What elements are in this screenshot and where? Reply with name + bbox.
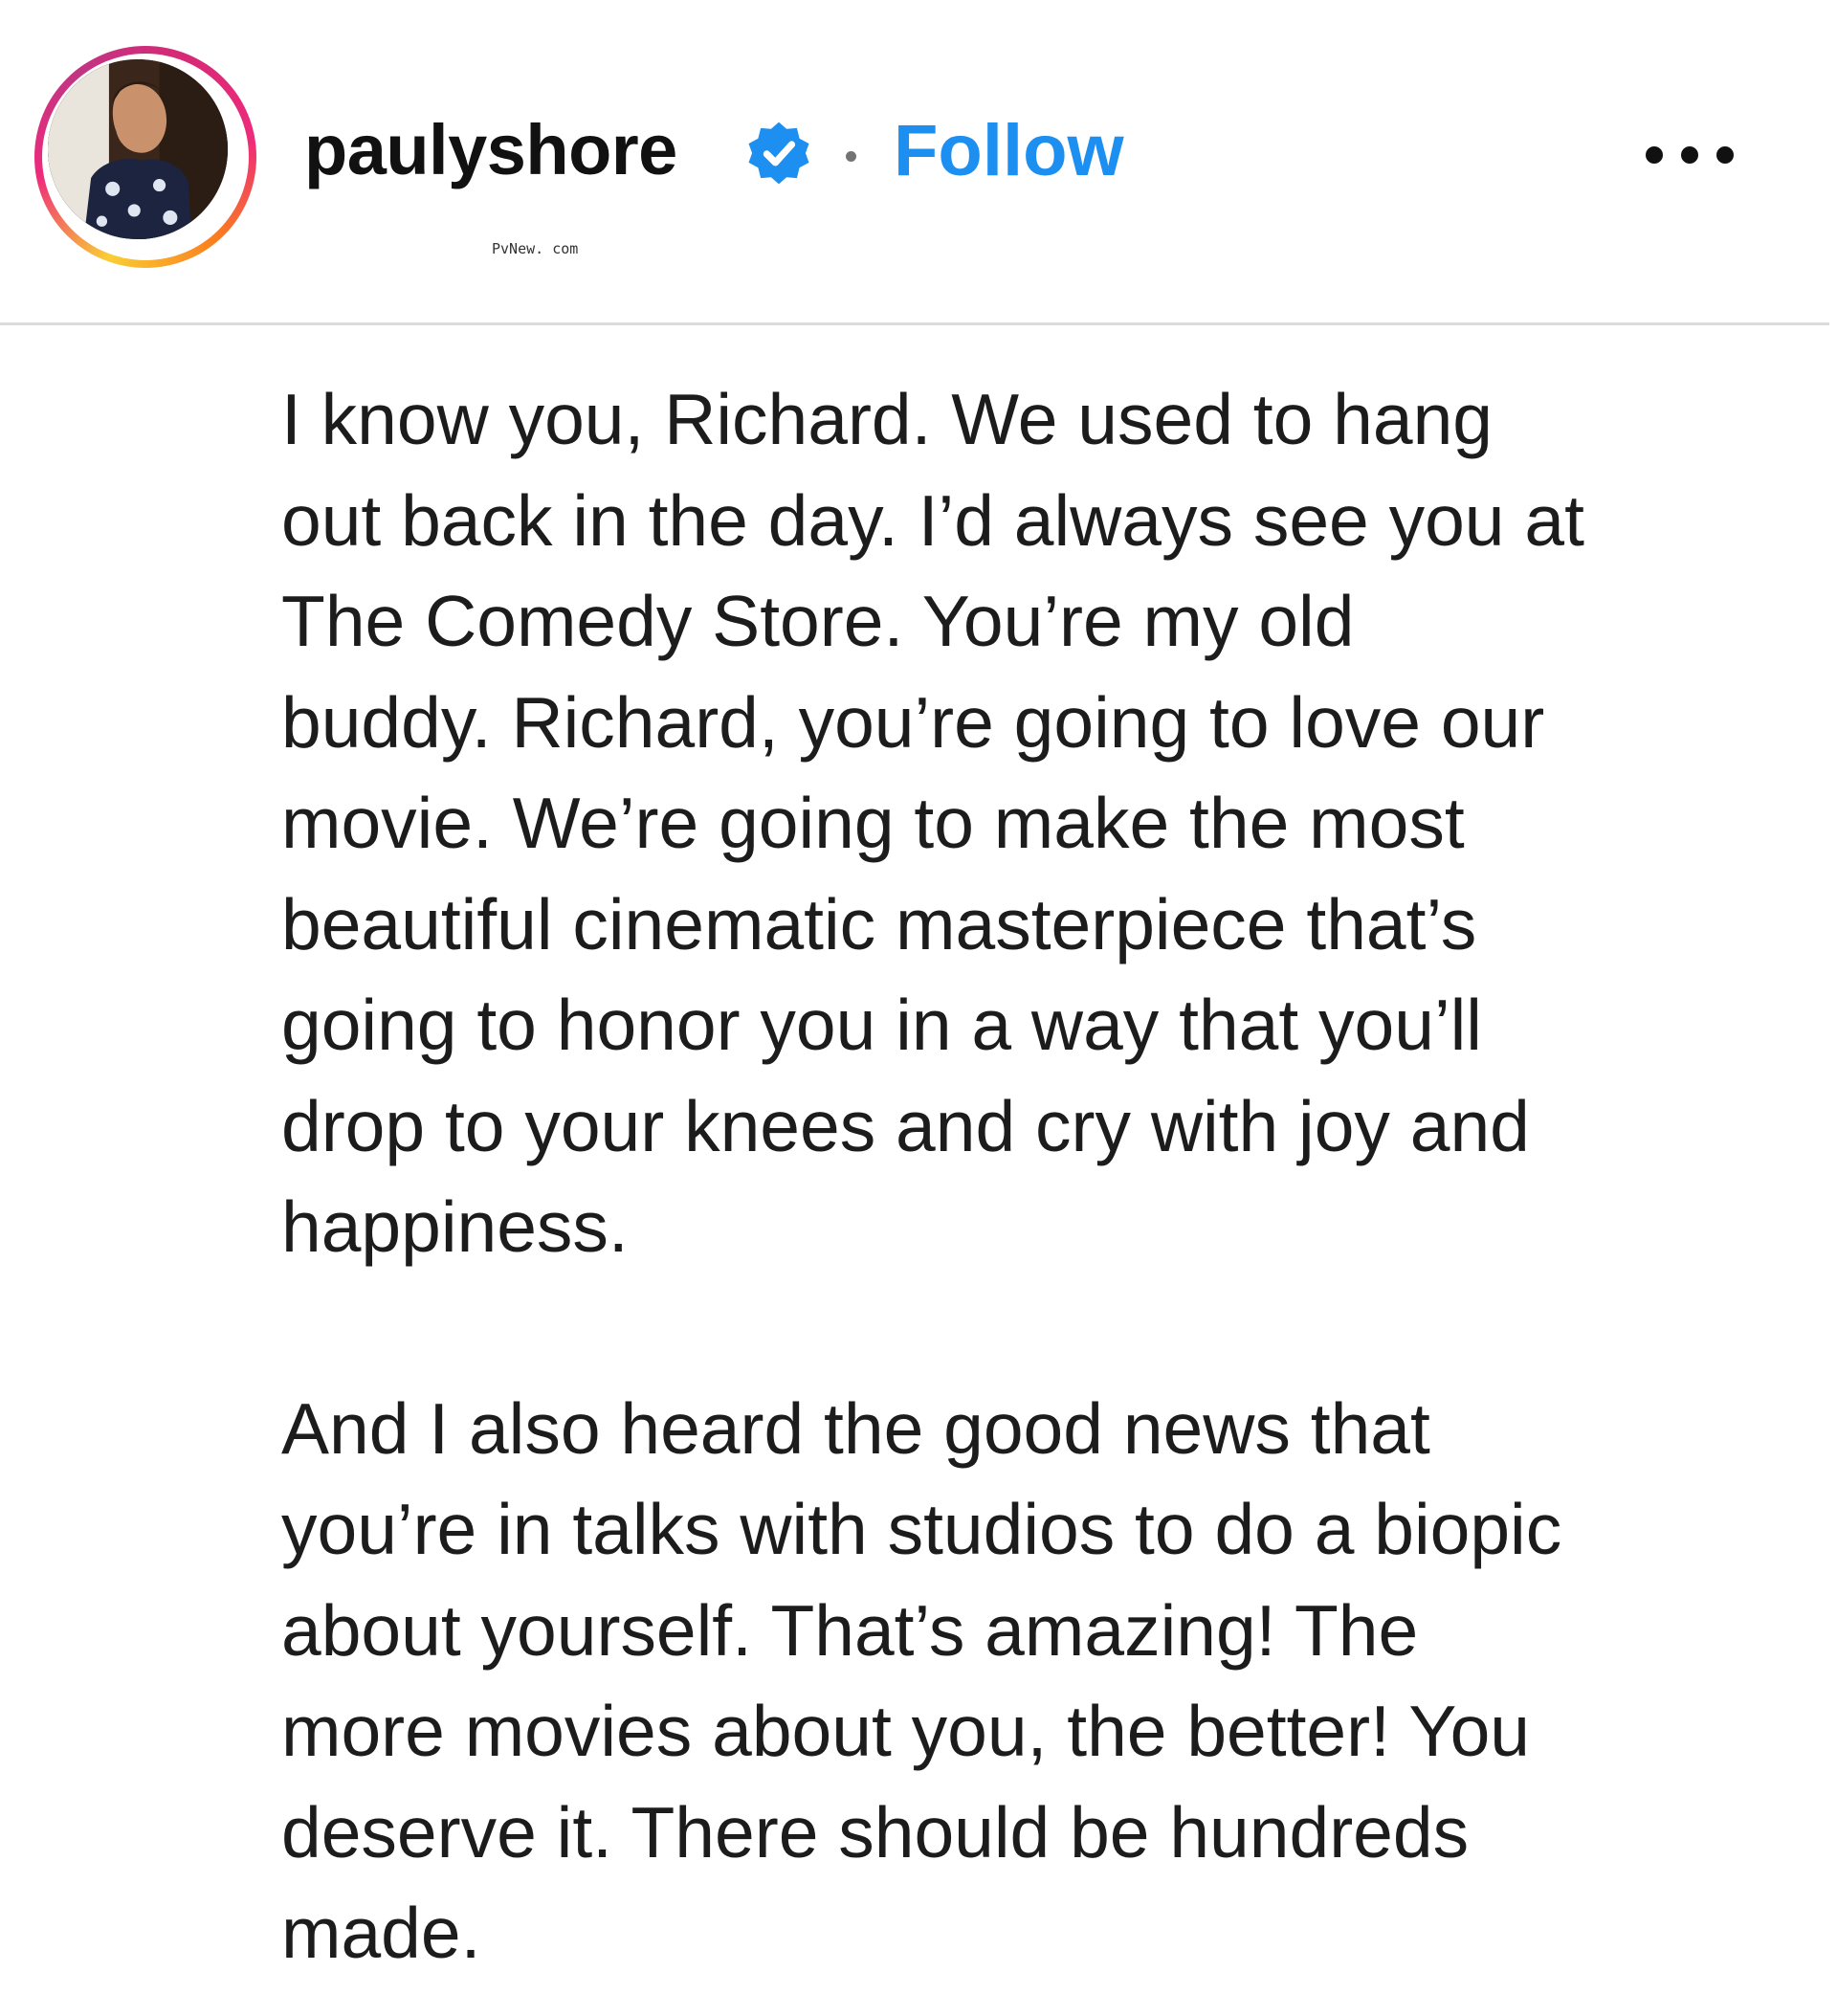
caption-line: I know you, Richard. We used to hang xyxy=(281,379,1493,459)
post-header: paulyshore Follow PvNew. com xyxy=(0,0,1837,325)
caption-line: drop to your knees and cry with joy and xyxy=(281,1085,1530,1166)
username[interactable]: paulyshore xyxy=(304,115,677,186)
caption-line: The Comedy Store. You’re my old xyxy=(281,581,1355,661)
caption-line: beautiful cinematic masterpiece that’s xyxy=(281,883,1477,964)
more-dot xyxy=(1681,146,1698,164)
caption-line: out back in the day. I’d always see you … xyxy=(281,479,1584,561)
more-options-icon[interactable] xyxy=(1646,142,1734,170)
avatar-photo xyxy=(48,59,228,239)
story-ring[interactable] xyxy=(34,46,256,268)
caption-line: more movies about you, the better! You xyxy=(281,1691,1530,1771)
caption-line: you’re in talks with studios to do a bio… xyxy=(281,1489,1562,1569)
caption-line: going to honor you in a way that you’ll xyxy=(281,985,1482,1065)
avatar[interactable] xyxy=(48,59,228,239)
verified-badge-icon xyxy=(744,119,813,188)
header-divider xyxy=(0,322,1829,325)
caption-line: deserve it. There should be hundreds xyxy=(281,1791,1470,1872)
watermark: PvNew. com xyxy=(492,240,579,257)
caption-line: buddy. Richard, you’re going to love our xyxy=(281,681,1545,763)
caption-line: movie. We’re going to make the most xyxy=(281,783,1465,863)
more-dot xyxy=(1646,146,1663,164)
follow-button[interactable]: Follow xyxy=(894,115,1124,188)
dot-separator xyxy=(846,151,856,162)
post-caption: I know you, Richard. We used to hang out… xyxy=(281,369,1812,1984)
caption-paragraph-2: And I also heard the good news that you’… xyxy=(281,1379,1812,1984)
caption-paragraph-1: I know you, Richard. We used to hang out… xyxy=(281,369,1812,1278)
caption-line: made. xyxy=(281,1893,481,1973)
caption-line: happiness. xyxy=(281,1186,629,1267)
caption-line: And I also heard the good news that xyxy=(281,1387,1430,1469)
more-dot xyxy=(1716,146,1734,164)
caption-line: about yourself. That’s amazing! The xyxy=(281,1589,1419,1671)
